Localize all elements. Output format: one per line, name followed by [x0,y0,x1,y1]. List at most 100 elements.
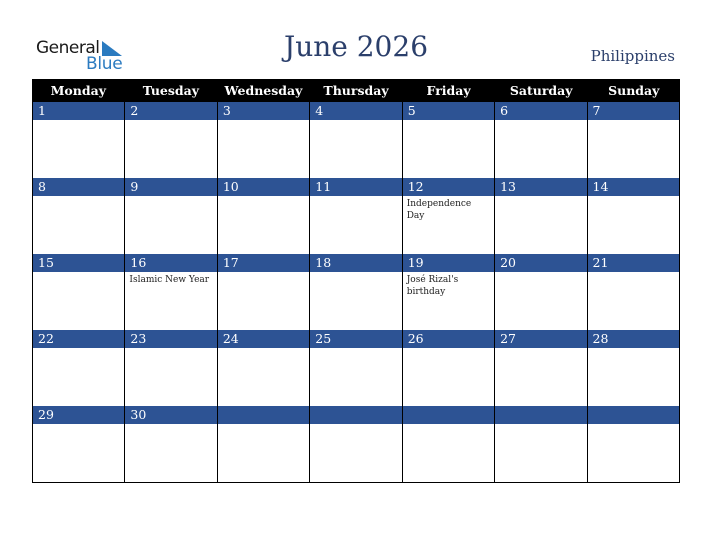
holiday-label [125,424,211,426]
week-row: 8 9 10 11 12 Independence Day 13 14 [32,178,680,254]
holiday-label [33,424,119,426]
day-number: 18 [310,254,402,272]
day-number: 24 [217,330,310,348]
day-number [587,406,679,424]
holiday-label [218,424,304,426]
day-cell[interactable]: 21 [586,254,680,330]
day-cell[interactable] [586,406,680,483]
day-number [217,406,310,424]
holiday-label [403,424,489,426]
day-number: 25 [310,330,402,348]
day-cell[interactable]: 2 [124,102,217,178]
day-number: 9 [125,178,217,196]
calendar-grid: Monday Tuesday Wednesday Thursday Friday… [32,79,680,483]
day-cell[interactable]: 17 [216,254,310,330]
day-cell[interactable]: 18 [309,254,402,330]
holiday-label [218,196,304,198]
day-cell[interactable]: 20 [494,254,587,330]
day-cell[interactable]: 12 Independence Day [401,178,495,254]
weekday-saturday: Saturday [509,83,573,98]
day-cell[interactable]: 28 [586,330,680,406]
holiday-label [495,196,581,198]
holiday-label [33,272,119,274]
weekday-friday: Friday [426,83,471,98]
day-number: 30 [125,406,217,424]
day-number: 6 [495,102,587,120]
holiday-label [310,424,396,426]
day-number: 2 [125,102,217,120]
day-cell[interactable]: 4 [309,102,402,178]
day-number: 4 [310,102,402,120]
day-cell[interactable]: 3 [216,102,310,178]
day-number: 20 [495,254,587,272]
holiday-label [588,196,674,198]
day-cell[interactable]: 15 [32,254,125,330]
holiday-label: Islamic New Year [129,275,210,285]
day-number: 22 [33,330,125,348]
day-number: 10 [217,178,310,196]
weeks-container: 1 2 3 4 5 6 7 8 9 10 11 12 Independence Day 13 14 15 16 I… [32,102,680,483]
day-number: 26 [402,330,495,348]
day-number: 14 [587,178,679,196]
day-cell[interactable]: 8 [32,178,125,254]
weekday-sunday: Sunday [608,83,660,98]
holiday-label [218,120,304,122]
holiday-label [588,348,674,350]
day-number: 23 [125,330,217,348]
holiday-label [125,348,211,350]
day-cell[interactable]: 19 José Rizal's birthday [401,254,495,330]
holiday-label [125,196,211,198]
day-number: 21 [587,254,679,272]
day-cell[interactable]: 27 [494,330,587,406]
day-cell[interactable]: 16 Islamic New Year [124,254,217,330]
day-number: 15 [33,254,125,272]
day-cell[interactable] [494,406,587,483]
day-cell[interactable] [401,406,495,483]
day-cell[interactable] [216,406,310,483]
day-cell[interactable]: 13 [494,178,587,254]
day-number: 11 [310,178,402,196]
day-number: 17 [217,254,310,272]
day-cell[interactable]: 26 [401,330,495,406]
day-cell[interactable]: 22 [32,330,125,406]
day-number: 29 [33,406,125,424]
day-cell[interactable]: 14 [586,178,680,254]
day-cell[interactable]: 29 [32,406,125,483]
day-number: 13 [495,178,587,196]
holiday-label [588,424,674,426]
day-cell[interactable]: 10 [216,178,310,254]
day-cell[interactable]: 30 [124,406,217,483]
day-number: 27 [495,330,587,348]
holiday-label [588,272,674,274]
weekday-thursday: Thursday [323,83,389,98]
day-number: 12 [402,178,495,196]
week-row: 15 16 Islamic New Year 17 18 19 José Rizal's b… [32,254,680,330]
holiday-label [218,272,304,274]
holiday-label: Independence Day [406,199,472,221]
holiday-label [33,348,119,350]
day-number: 7 [587,102,679,120]
week-row: 22 23 24 25 26 27 28 [32,330,680,406]
day-cell[interactable]: 25 [309,330,402,406]
day-number: 8 [33,178,125,196]
day-cell[interactable]: 6 [494,102,587,178]
week-row: 29 30 [32,406,680,483]
day-cell[interactable]: 23 [124,330,217,406]
day-cell[interactable]: 9 [124,178,217,254]
day-cell[interactable]: 1 [32,102,125,178]
holiday-label [588,120,674,122]
day-number [495,406,587,424]
day-cell[interactable]: 7 [586,102,680,178]
day-number [402,406,495,424]
day-number: 3 [217,102,310,120]
day-number: 19 [402,254,495,272]
holiday-label [310,196,396,198]
day-cell[interactable]: 5 [401,102,495,178]
day-number: 5 [402,102,495,120]
day-cell[interactable]: 24 [216,330,310,406]
day-cell[interactable] [309,406,402,483]
weekday-wednesday: Wednesday [224,83,303,98]
weekday-header-row: Monday Tuesday Wednesday Thursday Friday… [32,79,680,102]
holiday-label [125,120,211,122]
day-cell[interactable]: 11 [309,178,402,254]
